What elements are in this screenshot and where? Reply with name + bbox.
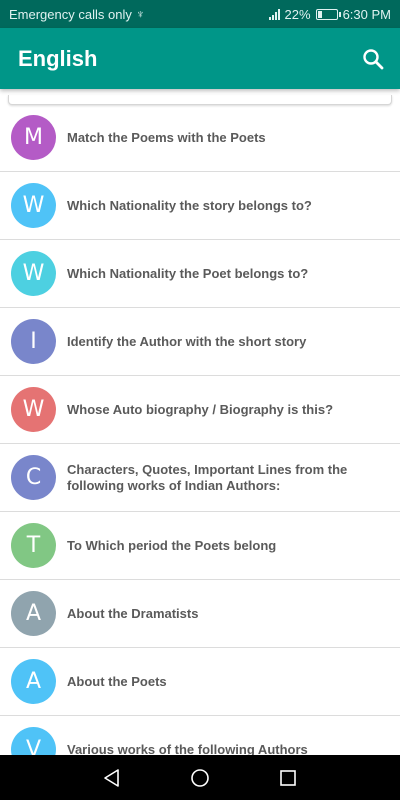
carrier-text: Emergency calls only — [9, 6, 132, 22]
usb-icon: ♆ — [135, 7, 145, 21]
list-item[interactable]: I Identify the Author with the short stor… — [0, 308, 400, 376]
list-item[interactable]: W Which Nationality the Poet belongs to? — [0, 240, 400, 308]
list-item-label: Identify the Author with the short story — [67, 333, 307, 349]
signal-icon — [268, 8, 280, 20]
letter-avatar: T — [11, 523, 56, 568]
list-item-label: About the Dramatists — [67, 605, 199, 621]
status-bar: Emergency calls only ♆ 22% 6:30 PM — [0, 0, 400, 28]
list-item-label: Whose Auto biography / Biography is this… — [67, 401, 334, 417]
home-button[interactable] — [187, 765, 213, 791]
status-left: Emergency calls only ♆ — [9, 7, 145, 22]
battery-icon — [315, 8, 341, 20]
list-item[interactable]: A About the Dramatists — [0, 580, 400, 648]
topic-list: M Match the Poems with the Poets W Which Na… — [0, 104, 400, 755]
list-item[interactable]: M Match the Poems with the Poets — [0, 104, 400, 172]
list-item[interactable]: W Whose Auto biography / Biography is thi… — [0, 376, 400, 444]
letter-avatar: A — [11, 591, 56, 636]
search-icon — [363, 48, 384, 69]
letter-avatar: V — [11, 727, 56, 755]
list-item[interactable]: V Various works of the following Authors — [0, 716, 400, 755]
letter-avatar: M — [11, 115, 56, 160]
list-item-label: Which Nationality the Poet belongs to? — [67, 265, 309, 281]
page-title: English — [18, 45, 98, 71]
list-item-label: To Which period the Poets belong — [67, 537, 277, 553]
clock: 6:30 PM — [342, 6, 391, 22]
navigation-bar — [0, 755, 400, 800]
app-bar: English — [0, 28, 400, 89]
home-circle-icon — [191, 768, 209, 787]
list-item-label: About the Poets — [67, 673, 167, 689]
recents-square-icon — [280, 769, 296, 786]
letter-avatar: W — [11, 183, 56, 228]
letter-avatar: W — [11, 251, 56, 296]
letter-avatar: W — [11, 387, 56, 432]
back-button[interactable] — [99, 765, 125, 791]
letter-avatar: I — [11, 319, 56, 364]
battery-fill — [317, 10, 322, 18]
list-item-label: Characters, Quotes, Important Lines from… — [67, 461, 348, 493]
recents-button[interactable] — [275, 765, 301, 791]
letter-avatar: A — [11, 659, 56, 704]
list-item[interactable]: A About the Poets — [0, 648, 400, 716]
back-triangle-icon — [104, 768, 119, 787]
list-item-label: Various works of the following Authors — [67, 741, 308, 756]
list-item[interactable]: C Characters, Quotes, Important Lines fro… — [0, 444, 400, 512]
search-button[interactable] — [360, 46, 386, 72]
list-item[interactable]: W Which Nationality the story belongs to? — [0, 172, 400, 240]
letter-avatar: C — [11, 455, 56, 500]
list-item-label: Which Nationality the story belongs to? — [67, 197, 312, 213]
list-item-label: Match the Poems with the Poets — [67, 129, 266, 145]
status-right: 22% 6:30 PM — [268, 6, 391, 22]
battery-percent: 22% — [284, 6, 311, 22]
list-item[interactable]: T To Which period the Poets belong — [0, 512, 400, 580]
